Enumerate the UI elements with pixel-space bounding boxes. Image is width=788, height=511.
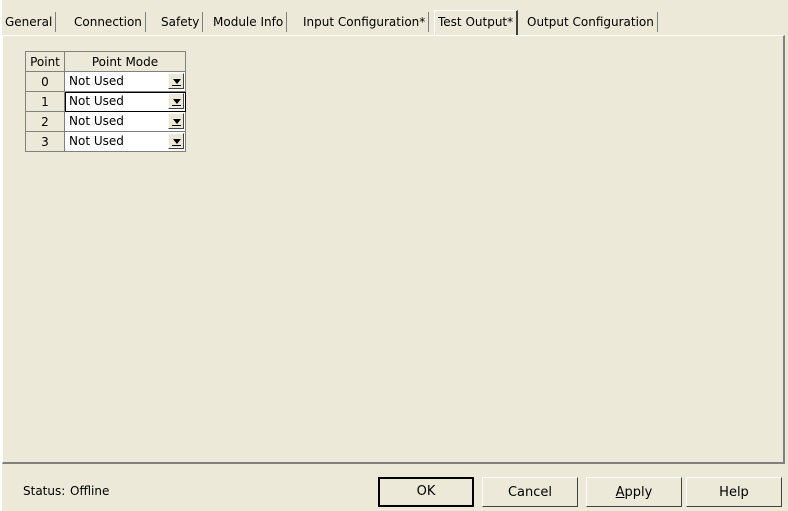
point-mode-value: Not Used	[69, 94, 124, 108]
help-button[interactable]: Help	[686, 477, 782, 507]
point-mode-dropdown[interactable]: Not Used	[65, 132, 185, 151]
dropdown-arrow-icon[interactable]	[168, 93, 184, 109]
table-row: 2 Not Used	[25, 111, 186, 132]
module-properties-dialog: General Connection Safety Module Info In…	[2, 0, 788, 511]
point-mode-cell[interactable]: Not Used	[64, 71, 186, 92]
apply-button[interactable]: Apply	[586, 477, 682, 507]
table-row: 0 Not Used	[25, 71, 186, 92]
status-value: Offline	[70, 484, 110, 498]
ok-button[interactable]: OK	[378, 477, 474, 507]
point-number: 2	[25, 111, 65, 132]
tab-output-configuration[interactable]: Output Configuration	[524, 12, 658, 32]
apply-label-rest: pply	[624, 485, 653, 500]
point-mode-dropdown[interactable]: Not Used	[65, 112, 185, 131]
point-mode-dropdown[interactable]: Not Used	[65, 92, 185, 111]
tab-general[interactable]: General	[2, 12, 57, 32]
dropdown-arrow-icon[interactable]	[168, 73, 184, 89]
tab-connection[interactable]: Connection	[71, 12, 146, 32]
table-row: 3 Not Used	[25, 131, 186, 152]
tab-input-configuration[interactable]: Input Configuration*	[300, 12, 430, 32]
point-number: 1	[25, 91, 65, 112]
point-mode-dropdown[interactable]: Not Used	[65, 72, 185, 91]
column-header-point: Point	[25, 51, 65, 72]
dropdown-arrow-icon[interactable]	[168, 113, 184, 129]
tab-test-output[interactable]: Test Output*	[434, 10, 519, 35]
point-mode-value: Not Used	[69, 74, 124, 88]
tab-strip: General Connection Safety Module Info In…	[2, 10, 788, 36]
point-mode-value: Not Used	[69, 134, 124, 148]
table-row: 1 Not Used	[25, 91, 186, 112]
tab-safety[interactable]: Safety	[158, 12, 204, 32]
tab-module-info[interactable]: Module Info	[210, 12, 288, 32]
point-mode-cell[interactable]: Not Used	[64, 91, 186, 112]
dropdown-arrow-icon[interactable]	[168, 133, 184, 149]
grid-header-row: Point Point Mode	[25, 51, 186, 72]
point-mode-value: Not Used	[69, 114, 124, 128]
column-header-point-mode: Point Mode	[64, 51, 186, 72]
test-output-grid: Point Point Mode 0 Not Used 1 Not Used 2…	[25, 51, 186, 152]
tab-content-panel: Point Point Mode 0 Not Used 1 Not Used 2…	[2, 35, 785, 464]
status-label: Status:	[23, 484, 66, 498]
point-mode-cell[interactable]: Not Used	[64, 131, 186, 152]
cancel-button[interactable]: Cancel	[482, 477, 578, 507]
point-number: 0	[25, 71, 65, 92]
point-mode-cell[interactable]: Not Used	[64, 111, 186, 132]
point-number: 3	[25, 131, 65, 152]
apply-mnemonic: A	[615, 485, 625, 500]
